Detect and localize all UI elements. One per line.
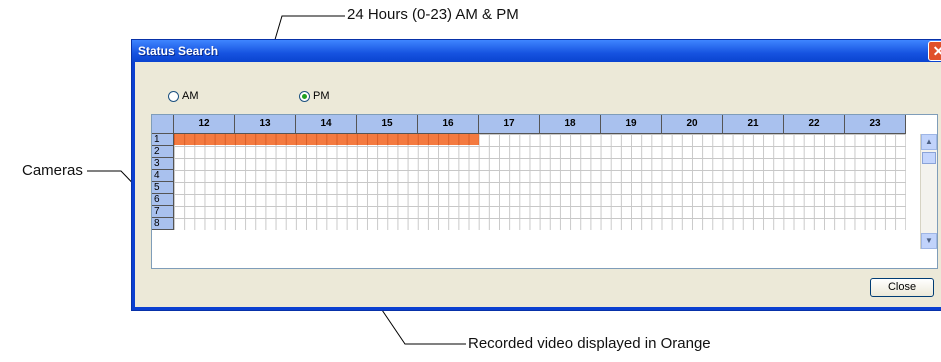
hour-header-20: 20 — [662, 115, 723, 133]
close-icon[interactable]: ✕ — [928, 41, 941, 61]
hour-header-13: 13 — [235, 115, 296, 133]
camera-row-label-7: 7 — [152, 206, 174, 218]
close-button[interactable]: Close — [870, 278, 934, 297]
hour-header-14: 14 — [296, 115, 357, 133]
recording-cells[interactable] — [174, 134, 906, 230]
title-bar: Status Search ✕ — [132, 40, 941, 62]
recorded-annotation: Recorded video displayed in Orange — [468, 335, 711, 352]
camera-row-label-5: 5 — [152, 182, 174, 194]
hour-header-12: 12 — [174, 115, 235, 133]
cameras-annotation: Cameras — [22, 162, 83, 179]
camera-row-label-3: 3 — [152, 158, 174, 170]
vertical-scrollbar[interactable]: ▲ ▼ — [920, 134, 937, 249]
hour-header-17: 17 — [479, 115, 540, 133]
hour-header-row: 12 13 14 15 16 17 18 19 20 21 22 23 — [152, 115, 906, 134]
status-grid: 12 13 14 15 16 17 18 19 20 21 22 23 12345678 ▲ ▼ — [151, 114, 938, 269]
am-radio-circle-icon[interactable] — [168, 90, 179, 102]
hours-annotation: 24 Hours (0-23) AM & PM — [347, 6, 519, 23]
chevron-down-icon[interactable]: ▼ — [921, 233, 937, 249]
hour-header-22: 22 — [784, 115, 845, 133]
hour-header-23: 23 — [845, 115, 906, 133]
camera-row-label-2: 2 — [152, 146, 174, 158]
pm-radio[interactable]: PM — [299, 90, 330, 102]
status-search-window: Status Search ✕ AM PM 12 13 14 15 16 17 18 19 20… — [131, 39, 941, 311]
chevron-up-icon[interactable]: ▲ — [921, 134, 937, 150]
am-radio-label: AM — [182, 90, 199, 102]
recorded-segment[interactable] — [174, 134, 479, 145]
dialog-body: AM PM 12 13 14 15 16 17 18 19 20 21 22 23 12345678 … — [135, 62, 941, 307]
window-title: Status Search — [138, 44, 219, 58]
hour-header-18: 18 — [540, 115, 601, 133]
hour-header-19: 19 — [601, 115, 662, 133]
camera-row-label-8: 8 — [152, 218, 174, 230]
header-corner — [152, 115, 174, 133]
hour-header-16: 16 — [418, 115, 479, 133]
camera-row-label-6: 6 — [152, 194, 174, 206]
hour-header-15: 15 — [357, 115, 418, 133]
pm-radio-circle-icon[interactable] — [299, 90, 310, 102]
scroll-thumb[interactable] — [922, 152, 936, 164]
camera-row-label-4: 4 — [152, 170, 174, 182]
camera-row-label-1: 1 — [152, 134, 174, 146]
pm-radio-label: PM — [313, 90, 330, 102]
camera-labels: 12345678 — [152, 134, 174, 230]
am-radio[interactable]: AM — [168, 90, 199, 102]
hour-header-21: 21 — [723, 115, 784, 133]
